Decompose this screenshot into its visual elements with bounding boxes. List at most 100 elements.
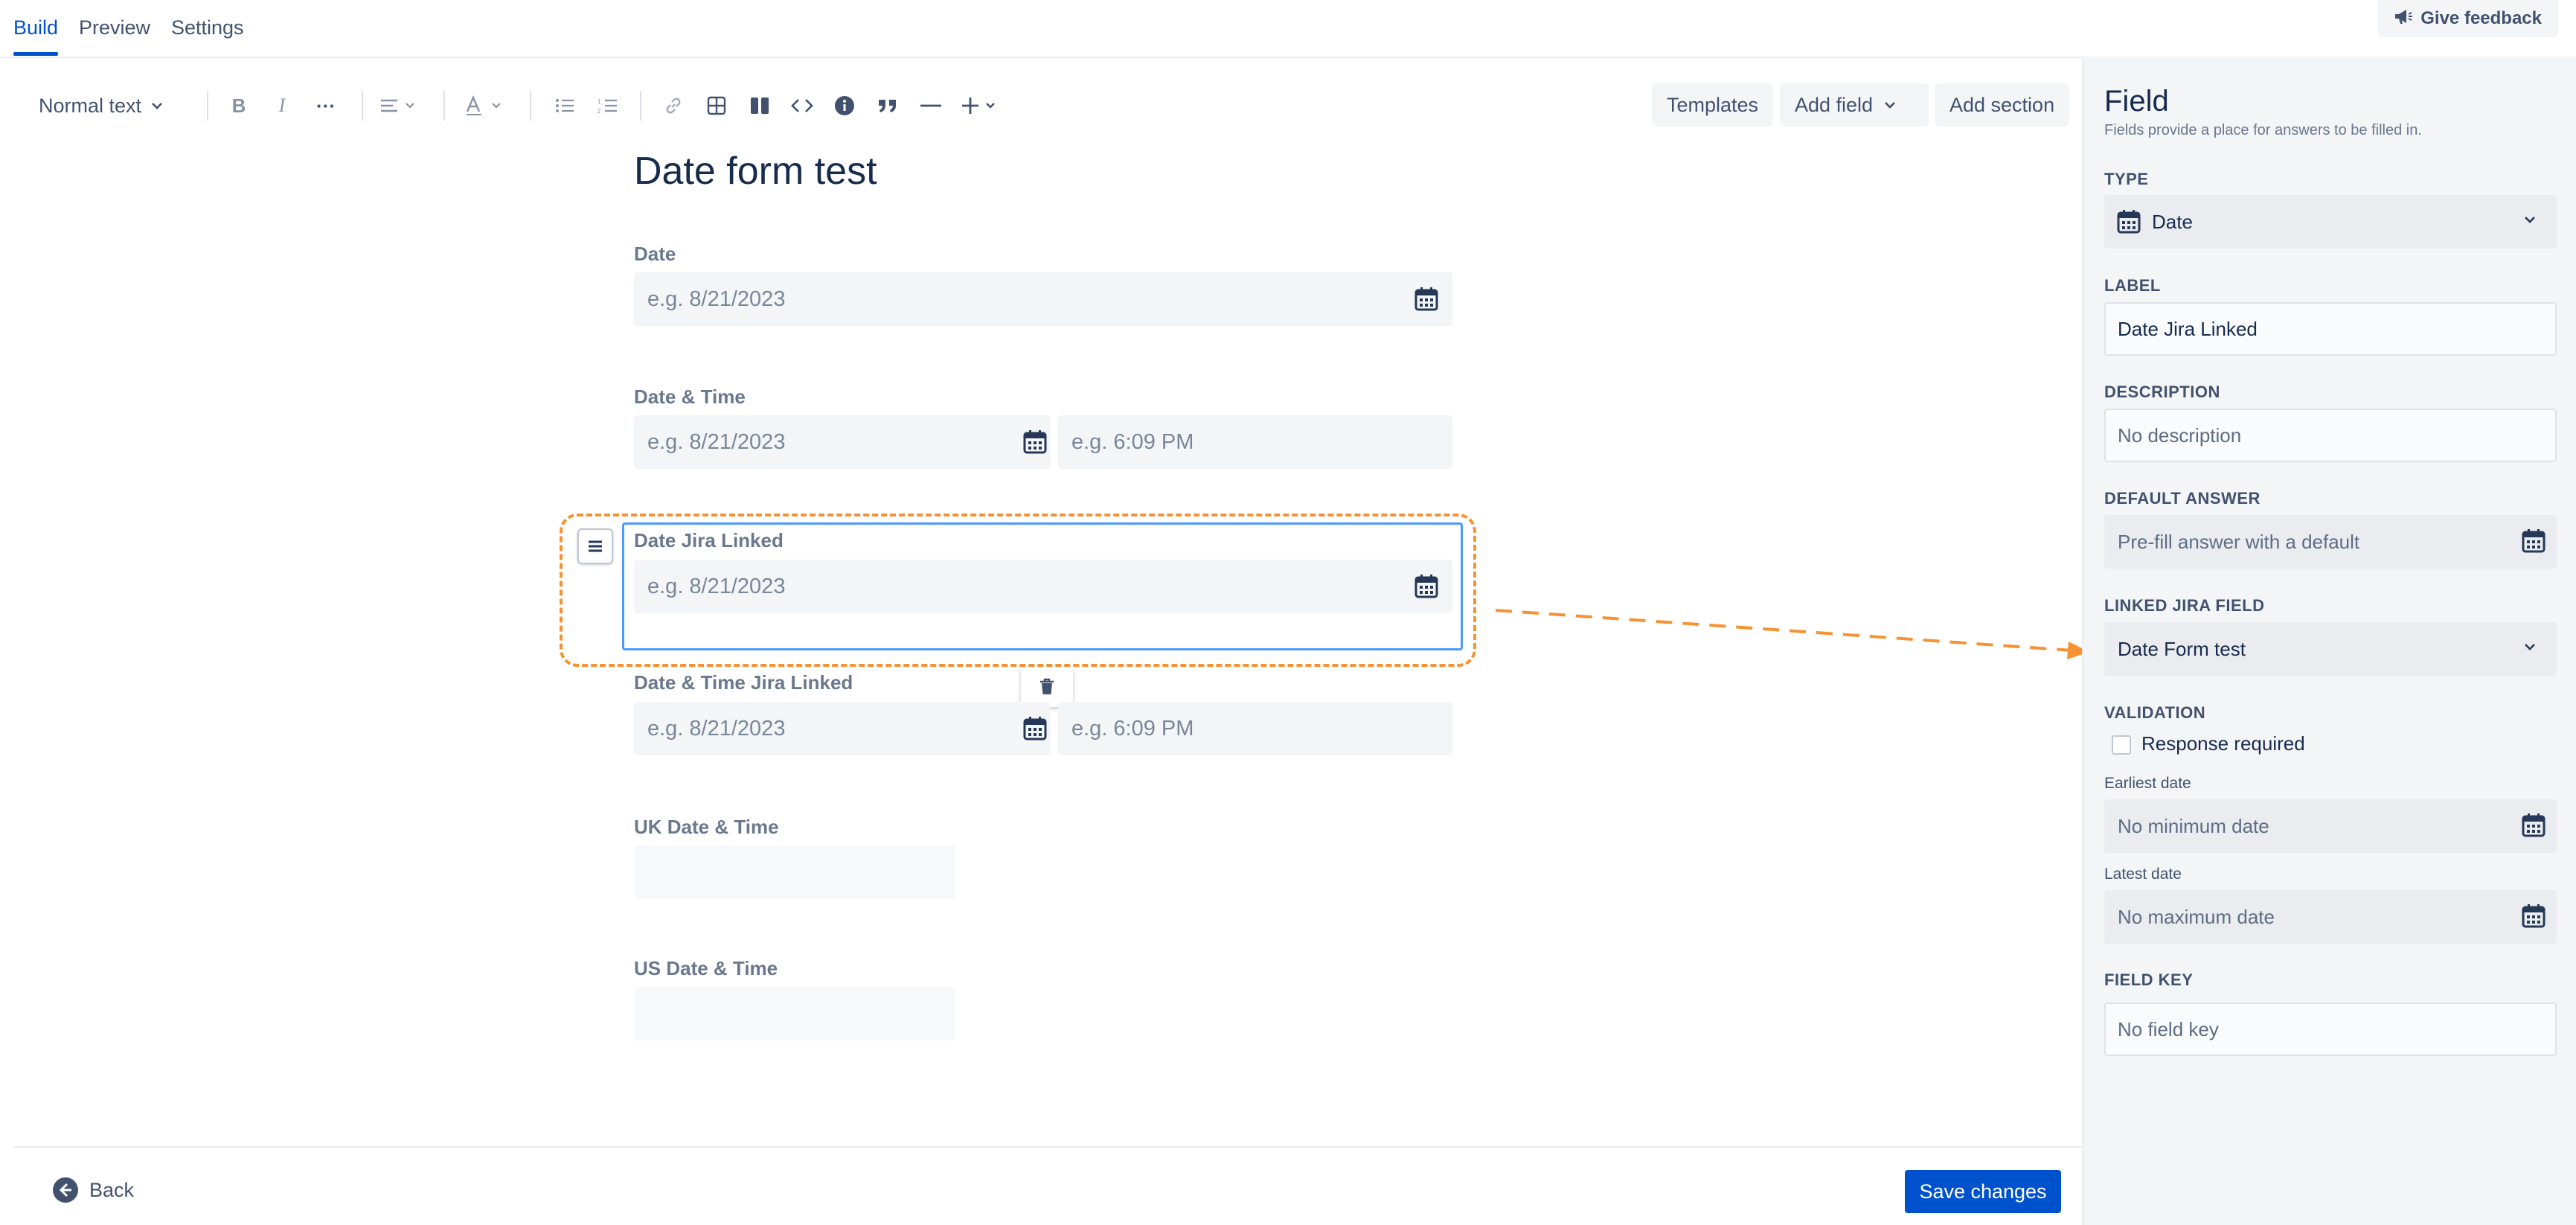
date-placeholder: e.g. 8/21/2023: [647, 574, 786, 598]
uk-date-time-input[interactable]: [634, 845, 955, 899]
field-label-date-time-jira-linked: Date & Time Jira Linked: [634, 671, 853, 694]
us-date-time-input[interactable]: [634, 987, 955, 1040]
toolbar-divider: [530, 91, 531, 121]
default-answer-placeholder: Pre-fill answer with a default: [2118, 530, 2360, 553]
numbered-list-icon[interactable]: 12: [597, 91, 619, 121]
label-input[interactable]: Date Jira Linked: [2104, 302, 2557, 356]
text-color-icon[interactable]: [464, 91, 509, 121]
give-feedback-label: Give feedback: [2420, 8, 2542, 28]
editor-toolbar: Normal text B I ··· 12 Templates Add fie…: [0, 74, 2083, 135]
time-placeholder: e.g. 6:09 PM: [1071, 716, 1194, 741]
latest-date-input[interactable]: No maximum date: [2104, 890, 2557, 944]
link-icon[interactable]: [661, 91, 686, 121]
date-time-jira-time-input[interactable]: e.g. 6:09 PM: [1058, 702, 1452, 755]
earliest-date-label: Earliest date: [2104, 775, 2191, 792]
latest-date-placeholder: No maximum date: [2118, 905, 2275, 928]
field-key-input[interactable]: No field key: [2104, 1002, 2557, 1056]
chevron-down-icon: [152, 103, 162, 109]
time-placeholder: e.g. 6:09 PM: [1071, 429, 1194, 454]
earliest-date-placeholder: No minimum date: [2118, 814, 2269, 837]
arrow-left-circle-icon: [53, 1177, 78, 1203]
date-placeholder: e.g. 8/21/2023: [647, 287, 786, 311]
field-label-date-time: Date & Time: [634, 386, 746, 408]
footer-divider: [13, 1146, 2082, 1148]
chevron-down-icon: [2525, 217, 2535, 223]
default-answer-input[interactable]: Pre-fill answer with a default: [2104, 515, 2557, 569]
svg-text:1: 1: [597, 98, 601, 105]
toolbar-divider: [443, 91, 445, 121]
date-time-date-input[interactable]: e.g. 8/21/2023: [634, 415, 1051, 469]
calendar-icon: [2117, 210, 2141, 234]
give-feedback-button[interactable]: Give feedback: [2377, 0, 2558, 37]
italic-icon[interactable]: I: [271, 91, 293, 121]
chevron-down-icon: [1885, 102, 1895, 109]
field-label-us-date-time: US Date & Time: [634, 957, 778, 979]
delete-field-button[interactable]: [1021, 667, 1073, 707]
linked-jira-field-select[interactable]: Date Form test: [2104, 622, 2557, 676]
calendar-icon[interactable]: [1022, 429, 1048, 455]
save-changes-button[interactable]: Save changes: [1905, 1170, 2061, 1213]
code-icon[interactable]: [789, 91, 816, 121]
active-tab-indicator: [13, 52, 58, 56]
bullet-list-icon[interactable]: [554, 91, 576, 121]
templates-button[interactable]: Templates: [1652, 83, 1774, 127]
latest-date-label: Latest date: [2104, 866, 2182, 883]
toolbar-divider: [640, 91, 641, 121]
drag-handle-icon[interactable]: [577, 528, 613, 564]
add-section-button[interactable]: Add section: [1935, 83, 2070, 127]
add-section-label: Add section: [1949, 93, 2055, 116]
quote-icon[interactable]: [875, 91, 900, 121]
divider-icon[interactable]: [918, 91, 943, 121]
response-required-checkbox[interactable]: [2112, 735, 2131, 755]
annotation-arrow: [1496, 609, 2089, 659]
toolbar-divider: [207, 91, 208, 121]
back-button[interactable]: Back: [52, 1177, 134, 1203]
more-formatting-icon[interactable]: ···: [313, 91, 339, 121]
description-input[interactable]: No description: [2104, 409, 2557, 462]
svg-text:2: 2: [597, 108, 601, 115]
date-time-jira-date-input[interactable]: e.g. 8/21/2023: [634, 702, 1051, 755]
tab-settings[interactable]: Settings: [171, 16, 244, 39]
default-answer-label: DEFAULT ANSWER: [2104, 489, 2261, 508]
field-key-label: FIELD KEY: [2104, 970, 2194, 989]
calendar-icon[interactable]: [1414, 287, 1439, 312]
field-label-date-jira-linked: Date Jira Linked: [634, 529, 784, 551]
panel-subtitle: Fields provide a place for answers to be…: [2104, 122, 2422, 138]
alignment-icon[interactable]: [379, 91, 421, 121]
calendar-icon[interactable]: [2521, 813, 2546, 838]
type-value: Date: [2152, 210, 2193, 233]
text-style-label: Normal text: [39, 94, 142, 117]
add-field-label: Add field: [1795, 93, 1874, 116]
type-label: TYPE: [2104, 170, 2149, 188]
tab-preview[interactable]: Preview: [79, 16, 150, 39]
chevron-down-icon: [2525, 644, 2535, 650]
calendar-icon[interactable]: [1022, 716, 1048, 741]
tab-build[interactable]: Build: [13, 16, 58, 39]
table-icon[interactable]: [704, 91, 729, 121]
linked-jira-field-value: Date Form test: [2118, 637, 2246, 660]
megaphone-icon: [2394, 7, 2413, 31]
text-style-dropdown[interactable]: Normal text: [39, 91, 164, 121]
date-input[interactable]: e.g. 8/21/2023: [634, 272, 1452, 326]
date-jira-linked-input[interactable]: e.g. 8/21/2023: [634, 560, 1452, 613]
field-label-date: Date: [634, 243, 676, 265]
insert-plus-icon[interactable]: [961, 91, 1005, 121]
type-select[interactable]: Date: [2104, 195, 2557, 249]
calendar-icon[interactable]: [2521, 903, 2546, 929]
trash-icon: [1040, 678, 1054, 694]
validation-label: VALIDATION: [2104, 703, 2206, 722]
templates-label: Templates: [1667, 93, 1759, 116]
form-title[interactable]: Date form test: [634, 149, 877, 193]
earliest-date-input[interactable]: No minimum date: [2104, 799, 2557, 853]
layout-columns-icon[interactable]: [747, 91, 772, 121]
info-panel-icon[interactable]: [832, 91, 857, 121]
date-time-time-input[interactable]: e.g. 6:09 PM: [1058, 415, 1452, 469]
bold-icon[interactable]: B: [228, 91, 250, 121]
back-label: Back: [89, 1178, 135, 1201]
top-tab-bar: Build Preview Settings: [0, 0, 2083, 58]
calendar-icon[interactable]: [2521, 528, 2546, 554]
calendar-icon[interactable]: [1414, 574, 1439, 599]
label-label: LABEL: [2104, 276, 2161, 295]
description-placeholder: No description: [2118, 423, 2242, 447]
add-field-button[interactable]: Add field: [1780, 83, 1929, 127]
